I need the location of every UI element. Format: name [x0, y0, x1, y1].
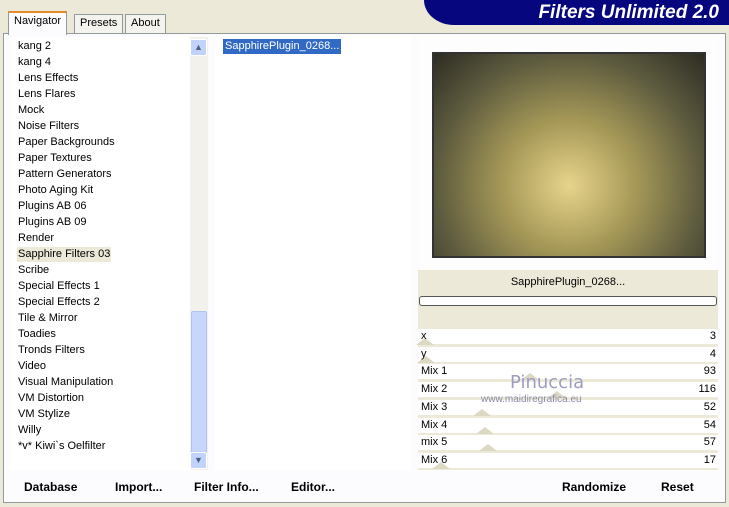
- category-item[interactable]: VM Distortion: [17, 391, 85, 406]
- param-value: 57: [703, 436, 716, 449]
- category-item[interactable]: Paper Backgrounds: [17, 135, 116, 150]
- param-label: Mix 4: [421, 418, 448, 431]
- editor-button[interactable]: Editor...: [291, 480, 335, 494]
- param-value: 4: [709, 347, 716, 360]
- category-item[interactable]: Lens Effects: [17, 71, 79, 86]
- category-item[interactable]: Video: [17, 359, 47, 374]
- watermark-name: Pinuccia: [510, 372, 585, 393]
- category-item[interactable]: Scribe: [17, 263, 50, 278]
- category-item[interactable]: Special Effects 2: [17, 295, 101, 310]
- category-item[interactable]: *v* Kiwi`s Oelfilter: [17, 439, 106, 454]
- param-value: 17: [703, 453, 716, 466]
- preview-area: [418, 37, 718, 270]
- category-item[interactable]: Tile & Mirror: [17, 311, 78, 326]
- watermark-url: www.maidiregrafica.eu: [481, 394, 582, 405]
- category-list[interactable]: kang 2 kang 4 Lens Effects Lens Flares Mock N…: [10, 37, 208, 470]
- preview-image: [432, 52, 706, 258]
- param-label: Mix 2: [421, 383, 448, 396]
- param-value: 3: [709, 330, 716, 342]
- param-slider-mix-4[interactable]: Mix 4 54: [418, 417, 718, 434]
- filter-list[interactable]: SapphirePlugin_0268...: [215, 37, 411, 470]
- param-slider-x[interactable]: x3: [415, 329, 718, 345]
- scroll-up-icon[interactable]: ▲: [190, 39, 207, 56]
- randomize-button[interactable]: Randomize: [562, 480, 626, 494]
- category-item[interactable]: kang 2: [17, 39, 52, 54]
- param-label: mix 5: [421, 436, 448, 449]
- tab-presets[interactable]: Presets: [74, 14, 124, 33]
- category-item[interactable]: Plugins AB 06: [17, 199, 88, 214]
- param-label: Mix 3: [421, 400, 448, 413]
- param-slider-y[interactable]: y4: [416, 346, 718, 363]
- tab-navigator[interactable]: Navigator: [8, 11, 68, 35]
- category-item[interactable]: Willy: [17, 423, 42, 438]
- category-scrollbar[interactable]: ▲ ▼: [190, 37, 208, 470]
- scroll-thumb[interactable]: [191, 311, 207, 457]
- param-value: 116: [698, 383, 716, 396]
- category-item[interactable]: Tronds Filters: [17, 343, 86, 358]
- category-item[interactable]: Sapphire Filters 03: [17, 247, 112, 262]
- tab-about[interactable]: About: [125, 14, 166, 33]
- import-button[interactable]: Import...: [115, 480, 162, 494]
- param-label: y: [421, 347, 427, 360]
- database-button[interactable]: Database: [24, 480, 77, 494]
- param-slider-mix-6[interactable]: Mix 6 17: [418, 452, 718, 469]
- param-value: 93: [703, 365, 716, 378]
- progress-bar: [419, 296, 717, 306]
- param-label: Mix 1: [421, 365, 448, 378]
- category-item[interactable]: Toadies: [17, 327, 57, 342]
- slider-thumb[interactable]: [479, 444, 498, 452]
- param-slider-mix-5[interactable]: mix 5 57: [418, 435, 718, 452]
- app-title-banner: Filters Unlimited 2.0: [424, 0, 729, 25]
- param-value: 52: [703, 400, 716, 413]
- category-item[interactable]: Pattern Generators: [17, 167, 113, 182]
- category-item[interactable]: Mock: [17, 103, 45, 118]
- reset-button[interactable]: Reset: [661, 480, 694, 494]
- param-label: Mix 6: [421, 453, 448, 466]
- category-item[interactable]: Plugins AB 09: [17, 215, 88, 230]
- preview-panel: SapphirePlugin_0268... x 3 y 4 Mix 1 93 Mix 21…: [415, 37, 718, 470]
- category-item[interactable]: Noise Filters: [17, 119, 80, 134]
- category-item[interactable]: kang 4: [17, 55, 52, 70]
- scroll-down-icon[interactable]: ▼: [190, 452, 207, 469]
- category-item[interactable]: Photo Aging Kit: [17, 183, 94, 198]
- slider-thumb[interactable]: [473, 408, 492, 416]
- category-item[interactable]: Render: [17, 231, 55, 246]
- category-item[interactable]: Special Effects 1: [17, 279, 101, 294]
- preview-filter-name: SapphirePlugin_0268...: [510, 276, 626, 288]
- category-item[interactable]: Visual Manipulation: [17, 375, 114, 390]
- param-label: x: [421, 330, 427, 342]
- filter-info-button[interactable]: Filter Info...: [194, 480, 259, 494]
- category-item[interactable]: Lens Flares: [17, 87, 76, 102]
- category-item[interactable]: VM Stylize: [17, 407, 71, 422]
- param-value: 54: [703, 418, 716, 431]
- slider-thumb[interactable]: [475, 426, 494, 434]
- category-item[interactable]: Paper Textures: [17, 151, 93, 166]
- filter-item[interactable]: SapphirePlugin_0268...: [223, 39, 342, 54]
